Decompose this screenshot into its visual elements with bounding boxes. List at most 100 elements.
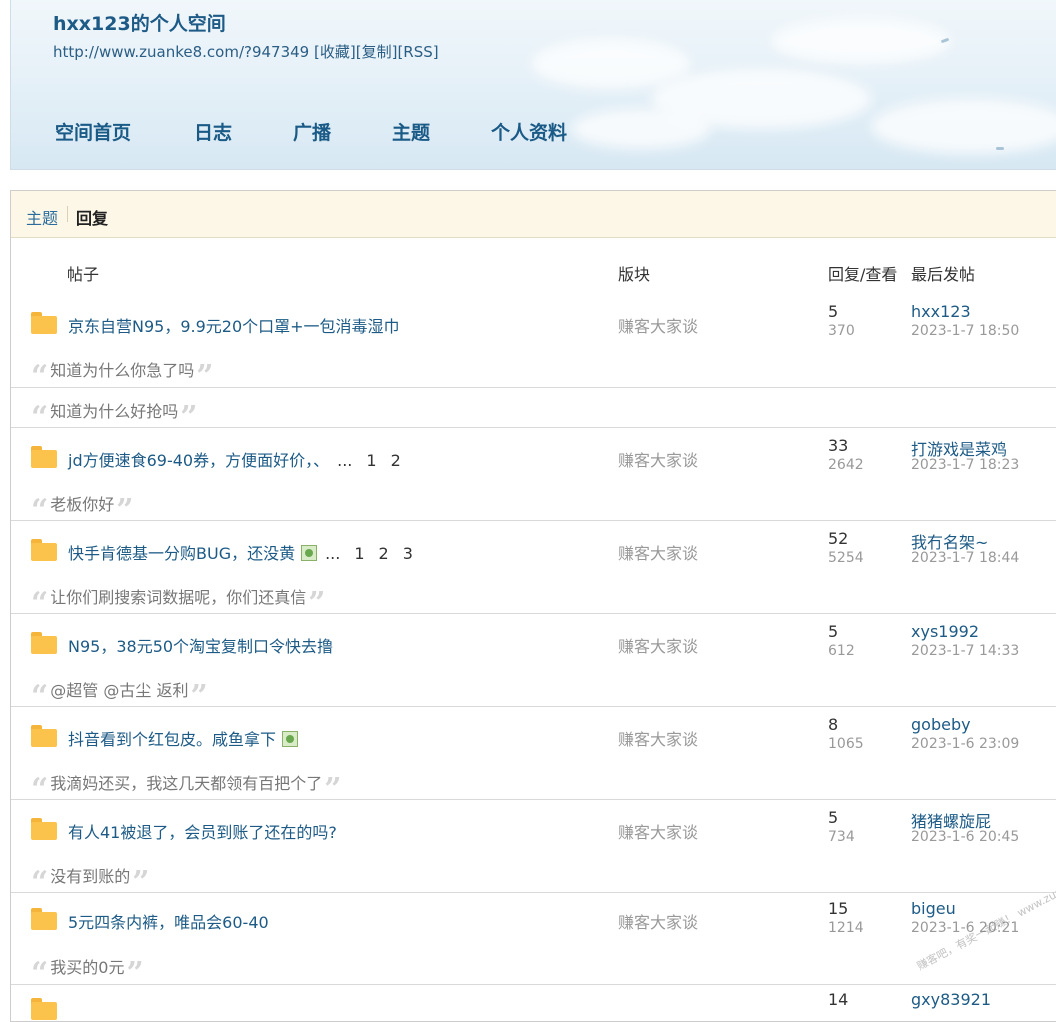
- tab-topics[interactable]: 主题: [26, 205, 58, 229]
- reply-count: 52: [828, 529, 849, 548]
- reply-quote[interactable]: “我买的0元”: [31, 954, 144, 989]
- thread-title[interactable]: 快手肯德基一分购BUG，还没黄: [68, 544, 295, 563]
- reply-quote[interactable]: “知道为什么好抢吗”: [31, 398, 198, 433]
- row-divider: [11, 613, 1056, 614]
- quote-text: 老板你好: [50, 495, 115, 514]
- quote-close-icon: ”: [132, 865, 150, 900]
- view-count: 612: [828, 643, 855, 659]
- last-post-time: 2023-1-7 18:50: [911, 323, 1020, 339]
- thread-title[interactable]: 有人41被退了，会员到账了还在的吗?: [68, 819, 337, 843]
- tab-replies[interactable]: 回复: [76, 205, 108, 229]
- column-post: 帖子: [67, 265, 100, 284]
- view-count: 1065: [828, 736, 864, 752]
- thread-title[interactable]: 抖音看到个红包皮。咸鱼拿下: [68, 730, 276, 749]
- reply-quote[interactable]: “@超管 @古尘 返利”: [31, 677, 208, 712]
- quote-close-icon: ”: [308, 586, 326, 621]
- thread-title[interactable]: 京东自营N95，9.9元20个口罩+一包消毒湿巾: [68, 313, 400, 337]
- last-post-time: 2023-1-7 18:23: [911, 457, 1020, 473]
- last-post-time: 2023-1-6 20:45: [911, 829, 1020, 845]
- view-count: 1214: [828, 920, 864, 936]
- last-poster[interactable]: bigeu: [911, 899, 956, 918]
- folder-icon: [31, 818, 57, 840]
- thread-forum[interactable]: 赚客大家谈: [618, 447, 698, 471]
- row-divider: [11, 520, 1056, 521]
- page-link-2[interactable]: 2: [379, 544, 389, 563]
- reply-count: 15: [828, 899, 849, 918]
- thread-forum[interactable]: 赚客大家谈: [618, 726, 698, 750]
- space-links: http://www.zuanke8.com/?947349 [收藏][复制][…: [53, 41, 439, 62]
- nav-blog[interactable]: 日志: [194, 118, 232, 145]
- page-link-2[interactable]: 2: [391, 451, 401, 470]
- reply-count: 33: [828, 436, 849, 455]
- quote-open-icon: “: [31, 772, 49, 807]
- last-poster[interactable]: xys1992: [911, 622, 979, 641]
- thread-forum[interactable]: 赚客大家谈: [618, 819, 698, 843]
- folder-icon: [31, 908, 57, 930]
- copy-link[interactable]: [复制]: [356, 43, 398, 61]
- thread-forum[interactable]: 赚客大家谈: [618, 633, 698, 657]
- quote-text: 我滴妈还买，我这几天都领有百把个了: [50, 774, 323, 793]
- reply-quote[interactable]: “老板你好”: [31, 491, 134, 526]
- quote-text: 我买的0元: [50, 958, 125, 977]
- nav-topics[interactable]: 主题: [392, 118, 430, 145]
- thread-forum[interactable]: 赚客大家谈: [618, 313, 698, 337]
- row-divider: [11, 427, 1056, 428]
- last-poster[interactable]: gxy83921: [911, 990, 991, 1009]
- thread-title-group: jd方便速食69-40券，方便面好价，、... 1 2: [68, 447, 401, 471]
- view-count: 5254: [828, 550, 864, 566]
- space-url-link[interactable]: http://www.zuanke8.com/?947349: [53, 43, 309, 61]
- reply-quote[interactable]: “知道为什么你急了吗”: [31, 357, 214, 392]
- title-ellipsis: ...: [325, 544, 341, 563]
- nav-home[interactable]: 空间首页: [55, 118, 131, 145]
- quote-text: @超管 @古尘 返利: [50, 681, 189, 700]
- rss-link[interactable]: [RSS]: [397, 43, 438, 61]
- thread-title[interactable]: N95，38元50个淘宝复制口令快去撸: [68, 633, 333, 657]
- quote-open-icon: “: [31, 865, 49, 900]
- view-count: 2642: [828, 457, 864, 473]
- space-title[interactable]: hxx123的个人空间: [53, 9, 226, 36]
- reply-count: 5: [828, 808, 839, 827]
- thread-title-group: 抖音看到个红包皮。咸鱼拿下: [68, 726, 299, 750]
- folder-icon: [31, 312, 57, 334]
- quote-open-icon: “: [31, 679, 49, 714]
- quote-open-icon: “: [31, 359, 49, 394]
- nav-profile[interactable]: 个人资料: [491, 118, 567, 145]
- reply-count: 8: [828, 715, 839, 734]
- quote-open-icon: “: [31, 493, 49, 528]
- row-divider: [11, 984, 1056, 985]
- quote-close-icon: ”: [190, 679, 208, 714]
- folder-icon: [31, 446, 57, 468]
- folder-icon: [31, 632, 57, 654]
- last-post-time: 2023-1-6 23:09: [911, 736, 1020, 752]
- last-poster[interactable]: hxx123: [911, 302, 971, 321]
- last-poster[interactable]: gobeby: [911, 715, 971, 734]
- thread-title[interactable]: 5元四条内裤，唯品会60-40: [68, 909, 269, 933]
- page-link-1[interactable]: 1: [366, 451, 376, 470]
- favorite-link[interactable]: [收藏]: [314, 43, 356, 61]
- reply-quote[interactable]: “让你们刷搜索词数据呢，你们还真信”: [31, 584, 326, 619]
- thread-title[interactable]: jd方便速食69-40券，方便面好价，、: [68, 451, 329, 470]
- thread-panel: 主题 回复 帖子 版块 回复/查看 最后发帖 京东自营N95，9.9元20个口罩…: [10, 190, 1056, 1022]
- row-divider: [11, 706, 1056, 707]
- thread-forum[interactable]: 赚客大家谈: [618, 909, 698, 933]
- nav-broadcast[interactable]: 广播: [293, 118, 331, 145]
- last-post-time: 2023-1-7 14:33: [911, 643, 1020, 659]
- reply-quote[interactable]: “我滴妈还买，我这几天都领有百把个了”: [31, 770, 342, 805]
- reply-count: 5: [828, 302, 839, 321]
- row-divider: [11, 799, 1056, 800]
- quote-open-icon: “: [31, 400, 49, 435]
- quote-text: 让你们刷搜索词数据呢，你们还真信: [50, 588, 307, 607]
- view-count: 734: [828, 829, 855, 845]
- reply-count: 14: [828, 990, 849, 1009]
- reply-count: 5: [828, 622, 839, 641]
- column-stats: 回复/查看: [828, 265, 898, 284]
- thread-forum[interactable]: 赚客大家谈: [618, 540, 698, 564]
- page-link-3[interactable]: 3: [403, 544, 413, 563]
- page-link-1[interactable]: 1: [354, 544, 364, 563]
- tab-bar: 主题 回复: [11, 191, 1056, 238]
- folder-icon: [31, 998, 57, 1020]
- folder-icon: [31, 725, 57, 747]
- reply-quote[interactable]: “没有到账的”: [31, 863, 150, 898]
- quote-text: 知道为什么好抢吗: [50, 402, 179, 421]
- folder-icon: [31, 539, 57, 561]
